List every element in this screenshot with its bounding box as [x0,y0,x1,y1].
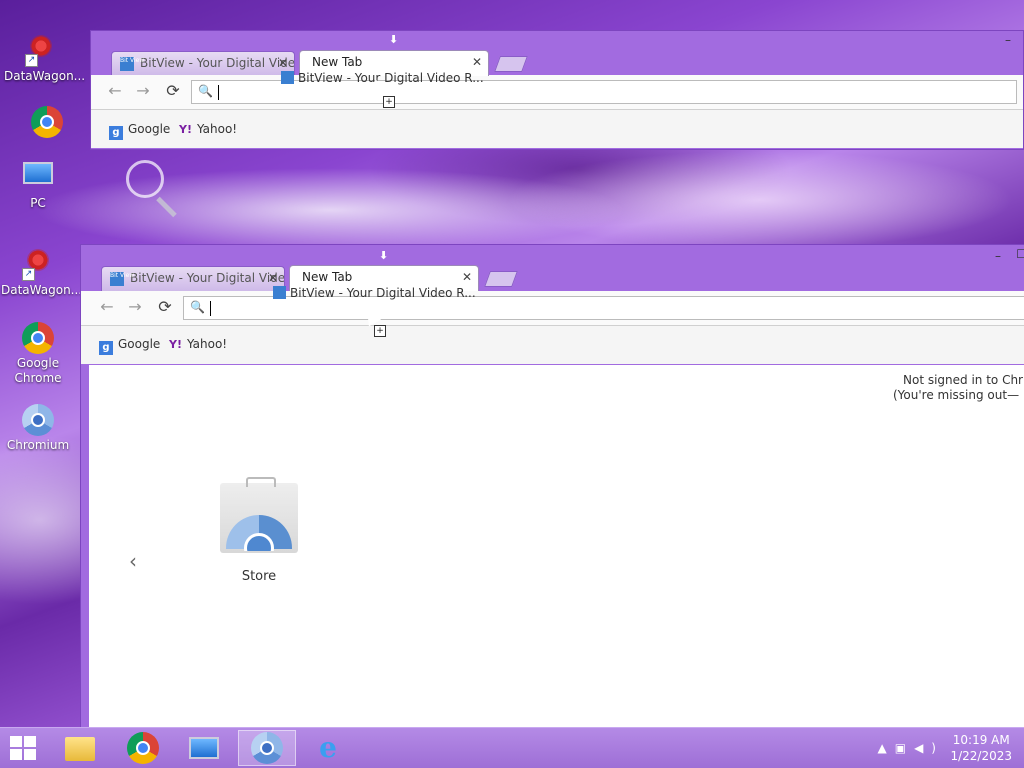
desktop-icon-label: Google Chrome [14,356,62,385]
tab-bitview[interactable]: Bit View BitView - Your Digital Vide ✕ [111,51,295,77]
google-icon: g [99,341,113,355]
close-tab-icon[interactable]: ✕ [268,271,278,285]
bookmarks-bar: g Google Y! Yahoo! [91,110,1023,148]
bookmarks-bar: g Google Y! Yahoo! [81,326,1024,364]
taskbar-chromium[interactable] [238,730,296,766]
new-tab-button[interactable] [484,271,518,287]
toolbar: ← → ⟳ 🔍 [81,291,1024,326]
datawagon-icon: ↗ [25,35,57,67]
chromium-icon [22,404,54,436]
tab-bitview[interactable]: Bit View BitView - Your Digital Vide ✕ [101,266,285,292]
back-button[interactable]: ← [97,297,117,317]
signin-notice[interactable]: Not signed in to Chr (You're missing out… [893,373,1023,403]
pager-prev-button[interactable]: ‹ [129,549,137,573]
network-icon [189,733,219,763]
reload-button[interactable]: ⟳ [163,81,183,101]
volume-icon[interactable]: ◀) [914,741,944,755]
magnifier-handle [156,196,177,218]
minimize-button[interactable]: – [1005,33,1011,47]
forward-button[interactable]: → [133,81,153,101]
magnifier-icon [126,160,164,198]
google-icon: g [109,126,123,140]
drag-copy-icon: + [383,96,395,108]
drag-arrow-icon: ⬇ [379,249,389,262]
close-tab-icon[interactable]: ✕ [472,55,482,69]
chrome-icon [22,322,54,354]
show-hidden-icons-icon[interactable]: ▲ [878,741,895,755]
desktop-icon-label: Chromium [6,438,70,452]
drag-copy-icon: + [374,325,386,337]
desktop-icon-chrome-top[interactable] [10,106,84,140]
bitview-favicon-icon [273,286,286,299]
minimize-button[interactable]: – [995,249,1001,263]
browser-window-preview: ⬇ – Bit View BitView - Your Digital Vide… [90,30,1024,150]
folder-icon [65,733,95,763]
taskbar: e ▲▣◀) 10:19 AM 1/22/2023 [0,727,1024,768]
close-tab-icon[interactable]: ✕ [462,270,472,284]
pc-icon [22,162,54,194]
desktop-icon-label: PC [30,196,46,210]
start-button[interactable] [10,736,36,760]
forward-button[interactable]: → [125,297,145,317]
yahoo-icon: Y! [179,123,192,136]
desktop-icon-google-chrome[interactable]: Google Chrome [1,322,75,386]
bitview-favicon-icon: Bit View [120,57,144,71]
taskbar-internet-explorer[interactable]: e [300,730,358,766]
store-icon [220,477,298,553]
chrome-icon [127,732,159,764]
desktop-icon-chromium[interactable]: Chromium [1,404,75,453]
drag-arrow-icon: ⬇ [389,33,399,46]
bookmark-google[interactable]: g Google [109,122,170,140]
chromium-icon [251,732,283,764]
search-icon: 🔍 [198,84,213,98]
toolbar: ← → ⟳ 🔍 [91,75,1023,110]
bookmark-yahoo[interactable]: Y! Yahoo! [169,337,227,351]
datawagon-icon: ↗ [22,249,54,281]
desktop-icon-pc[interactable]: PC [1,158,75,211]
browser-window-main: ⬇ – ☐ Bit View BitView - Your Digital Vi… [80,244,1024,732]
clock[interactable]: 10:19 AM 1/22/2023 [950,732,1012,764]
search-icon: 🔍 [190,300,205,314]
bookmark-google[interactable]: g Google [99,337,160,355]
network-status-icon[interactable]: ▣ [895,741,914,755]
app-label: Store [241,569,277,584]
chrome-icon [31,106,63,138]
back-button[interactable]: ← [105,81,125,101]
reload-button[interactable]: ⟳ [155,297,175,317]
close-tab-icon[interactable]: ✕ [278,56,288,70]
taskbar-file-explorer[interactable] [52,730,110,766]
bookmark-yahoo[interactable]: Y! Yahoo! [179,122,237,136]
new-tab-page: Not signed in to Chr (You're missing out… [89,365,1024,731]
yahoo-icon: Y! [169,338,182,351]
desktop-icon-datawagon-top[interactable]: ↗ DataWagon... [4,30,86,84]
desktop-icon-label: DataWagon... [1,283,83,297]
bitview-favicon-icon: Bit View [110,272,134,286]
system-tray[interactable]: ▲▣◀) [878,741,945,755]
dragged-tab-ghost: BitView - Your Digital Video R... [273,286,476,300]
bitview-favicon-icon [281,71,294,84]
new-tab-button[interactable] [494,56,528,72]
taskbar-pc-network[interactable] [176,730,234,766]
internet-explorer-icon: e [319,731,337,764]
desktop-icon-datawagon[interactable]: ↗ DataWagon... [1,244,83,298]
desktop-icon-label: DataWagon... [4,69,86,83]
app-store[interactable]: Store [219,477,299,584]
maximize-button[interactable]: ☐ [1016,247,1024,261]
taskbar-google-chrome[interactable] [114,730,172,766]
